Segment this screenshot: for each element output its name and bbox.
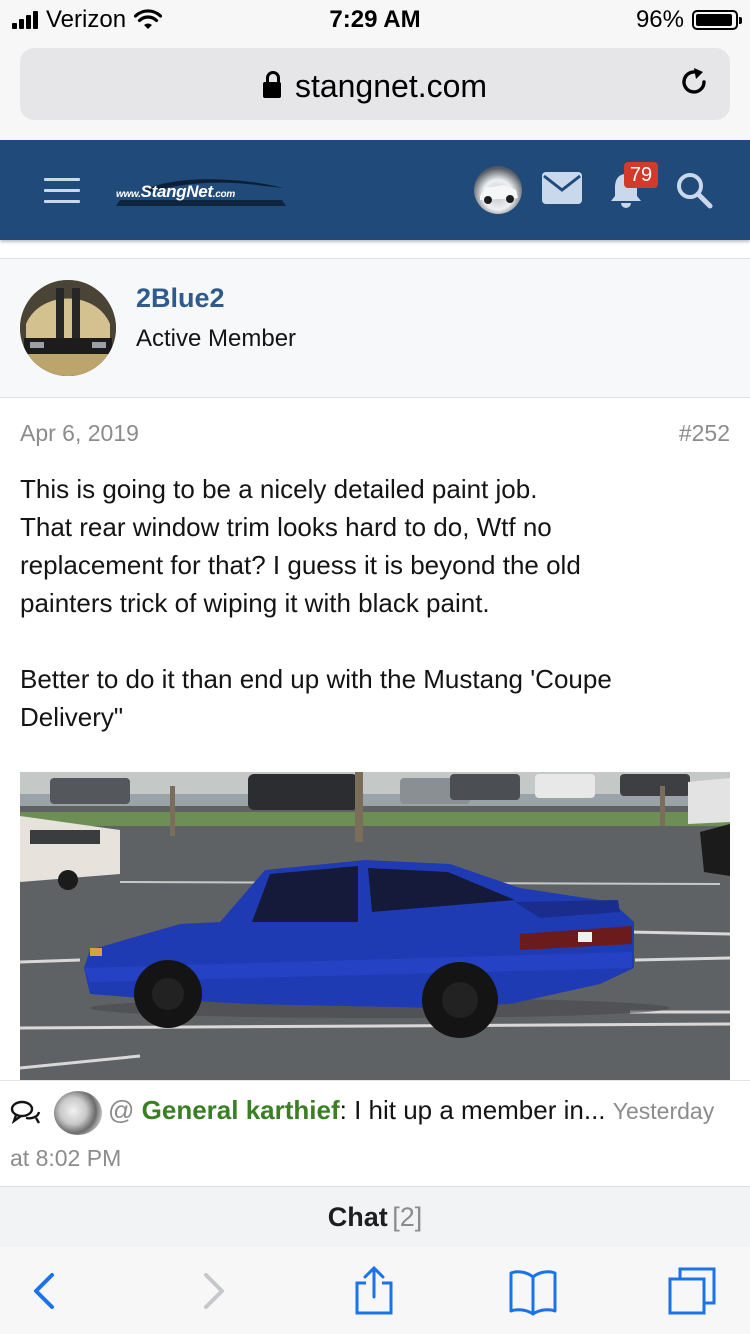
post-line: replacement for that? I guess it is beyo… (20, 550, 581, 580)
site-logo[interactable]: www.StangNet.com (116, 182, 235, 202)
chat-message-line: @ General karthief: I hit up a member in… (108, 1095, 714, 1126)
reload-icon[interactable] (676, 64, 712, 100)
post-line: painters trick of wiping it with black p… (20, 588, 490, 618)
chat-count: [2] (392, 1202, 423, 1232)
address-display[interactable]: stangnet.com (20, 68, 730, 105)
user-avatar[interactable] (474, 166, 522, 214)
post-author-block: 2Blue2 Active Member (0, 258, 750, 398)
battery-group: 96% (635, 6, 742, 34)
chat-bar[interactable]: Chat [2] (0, 1186, 750, 1248)
chat-message: : I hit up a member in... (339, 1095, 606, 1125)
post-line: Delivery" (20, 702, 124, 732)
blue-mustang-photo (20, 772, 730, 1080)
post-line: This is going to be a nicely detailed pa… (20, 474, 538, 504)
mustang-front-image (20, 280, 116, 376)
browser-toolbar (0, 1247, 750, 1334)
lock-icon (262, 71, 281, 98)
author-avatar[interactable] (20, 280, 116, 376)
car-thumbnail (480, 185, 518, 204)
browser-chrome: stangnet.com (0, 40, 750, 140)
url-text: stangnet.com (294, 68, 488, 104)
post-image[interactable] (20, 772, 730, 1080)
tabs-icon[interactable] (668, 1265, 718, 1317)
address-bar[interactable]: stangnet.com (20, 48, 730, 120)
chat-username[interactable]: General karthief (142, 1095, 340, 1125)
battery-percent: 96% (635, 6, 684, 33)
battery-icon (692, 10, 742, 30)
menu-icon[interactable] (44, 178, 80, 204)
share-icon[interactable] (349, 1265, 399, 1317)
author-username[interactable]: 2Blue2 (136, 283, 225, 314)
notification-badge[interactable]: 79 (624, 162, 658, 188)
status-bar: Verizon 7:29 AM 96% (0, 0, 750, 40)
chat-at-symbol: @ (108, 1095, 135, 1125)
author-title: Active Member (136, 325, 297, 352)
chat-label: Chat (327, 1202, 388, 1232)
post-number[interactable]: #252 (679, 420, 730, 447)
forward-icon[interactable] (188, 1265, 238, 1317)
chat-time: Yesterday (612, 1098, 715, 1124)
post-body: This is going to be a nicely detailed pa… (20, 470, 720, 736)
post-date[interactable]: Apr 6, 2019 (20, 420, 139, 447)
search-icon[interactable] (674, 170, 714, 210)
post-line: Better to do it than end up with the Mus… (20, 664, 612, 694)
post-line: That rear window trim looks hard to do, … (20, 512, 552, 542)
chat-bubbles-icon (10, 1100, 41, 1125)
chat-notification[interactable]: @ General karthief: I hit up a member in… (0, 1080, 750, 1187)
back-icon[interactable] (22, 1265, 72, 1317)
chat-user-avatar[interactable] (54, 1091, 102, 1135)
mail-icon[interactable] (542, 172, 582, 204)
bookmarks-icon[interactable] (508, 1265, 558, 1317)
chat-time-continued: at 8:02 PM (10, 1145, 122, 1171)
